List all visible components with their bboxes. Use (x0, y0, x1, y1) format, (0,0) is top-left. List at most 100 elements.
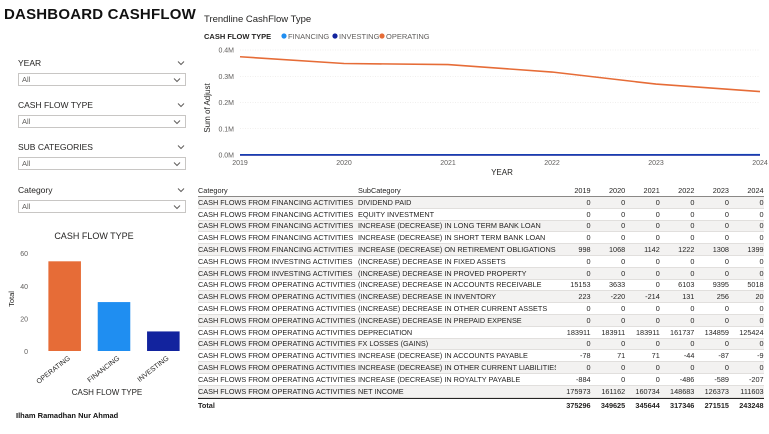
value-cell: 0 (655, 363, 660, 373)
line-chart-y-tick: 0.1M (218, 126, 234, 133)
chevron-down-icon[interactable] (172, 75, 182, 85)
series-line-operating[interactable] (239, 55, 761, 93)
cashflow-matrix-table[interactable]: Category SubCategory 2019 2020 2021 2022… (198, 184, 764, 412)
value-cell: -44 (683, 351, 695, 361)
bar-financing[interactable] (97, 302, 131, 351)
column-header-2024[interactable]: 2024 (729, 186, 763, 195)
category-cell: CASH FLOWS FROM INVESTING ACTIVITIES (198, 256, 353, 266)
cash-flow-type-bar-chart[interactable]: CASH FLOW TYPE Total 0 20 40 60 OPERATING FI… (0, 225, 196, 405)
table-row[interactable]: CASH FLOWS FROM OPERATING ACTIVITIES (INC… (198, 280, 764, 292)
total-2023: 271515 (704, 400, 729, 410)
column-header-2020[interactable]: 2020 (591, 186, 625, 195)
table-row[interactable]: CASH FLOWS FROM OPERATING ACTIVITIES (INC… (198, 303, 764, 315)
table-row[interactable]: CASH FLOWS FROM INVESTING ACTIVITIES (INC… (198, 267, 764, 280)
value-cell: 0 (655, 374, 660, 384)
value-cell: 0 (724, 315, 729, 325)
sub-categories-slicer[interactable]: SUB CATEGORIES All (18, 140, 186, 170)
value-cell: 148683 (670, 386, 695, 396)
legend-item-investing[interactable]: INVESTING (339, 32, 380, 41)
column-header-2023[interactable]: 2023 (694, 186, 729, 195)
value-cell: 0 (655, 256, 660, 266)
total-2021: 345644 (635, 400, 660, 410)
legend-item-financing[interactable]: FINANCING (288, 32, 329, 41)
legend-item-operating[interactable]: OPERATING (386, 32, 430, 41)
table-row[interactable]: CASH FLOWS FROM FINANCING ACTIVITIES DIVI… (198, 197, 764, 209)
table-row[interactable]: CASH FLOWS FROM OPERATING ACTIVITIES FX L… (198, 338, 764, 351)
table-row[interactable]: CASH FLOWS FROM FINANCING ACTIVITIES INCR… (198, 232, 764, 245)
subcategory-cell: (INCREASE) DECREASE IN FIXED ASSETS (358, 256, 506, 266)
table-row[interactable]: CASH FLOWS FROM OPERATING ACTIVITIES NET … (198, 385, 764, 398)
table-header: Category SubCategory 2019 2020 2021 2022… (198, 184, 764, 197)
chevron-down-icon[interactable] (176, 142, 186, 152)
line-chart-x-tick: 2024 (752, 160, 768, 167)
value-cell: 0 (655, 197, 660, 207)
subcategory-cell: (INCREASE) DECREASE IN INVENTORY (358, 292, 496, 302)
chevron-down-icon[interactable] (172, 159, 182, 169)
value-cell: 0 (759, 268, 764, 278)
total-2019: 375296 (566, 400, 591, 410)
value-cell: 0 (724, 221, 729, 231)
year-slicer-label: YEAR (18, 58, 42, 68)
legend-marker-financing (281, 33, 287, 39)
sub-categories-slicer-label: SUB CATEGORIES (18, 142, 93, 152)
subcategory-cell: EQUITY INVESTMENT (358, 209, 435, 219)
value-cell: -884 (575, 374, 591, 384)
category-cell: CASH FLOWS FROM FINANCING ACTIVITIES (198, 245, 354, 255)
subcategory-cell: DIVIDEND PAID (358, 197, 412, 207)
table-row[interactable]: CASH FLOWS FROM FINANCING ACTIVITIES EQUI… (198, 209, 764, 221)
value-cell: 0 (621, 221, 626, 231)
table-row[interactable]: CASH FLOWS FROM OPERATING ACTIVITIES (INC… (198, 291, 764, 304)
column-header-category[interactable]: Category (198, 186, 358, 195)
table-row[interactable]: CASH FLOWS FROM INVESTING ACTIVITIES (INC… (198, 256, 764, 268)
value-cell: 0 (621, 363, 626, 373)
legend-marker-operating (379, 33, 385, 39)
cash-flow-type-slicer-label: CASH FLOW TYPE (18, 100, 93, 110)
column-header-2021[interactable]: 2021 (625, 186, 660, 195)
subcategory-cell: DEPRECIATION (358, 327, 413, 337)
column-header-2019[interactable]: 2019 (556, 186, 590, 195)
chevron-down-icon[interactable] (172, 117, 182, 127)
line-chart-x-tick: 2019 (232, 160, 248, 167)
table-row[interactable]: CASH FLOWS FROM OPERATING ACTIVITIES INCR… (198, 362, 764, 374)
subcategory-cell: INCREASE (DECREASE) IN OTHER CURRENT LIA… (358, 363, 556, 373)
value-cell: 15153 (570, 280, 591, 290)
bar-chart-title: CASH FLOW TYPE (54, 231, 133, 241)
chevron-down-icon[interactable] (172, 202, 182, 212)
value-cell: 0 (690, 209, 695, 219)
table-row[interactable]: CASH FLOWS FROM OPERATING ACTIVITIES INCR… (198, 374, 764, 386)
value-cell: 0 (759, 315, 764, 325)
bar-chart-y-tick: 0 (24, 349, 28, 356)
bar-investing[interactable] (147, 331, 180, 351)
subcategory-cell: (INCREASE) DECREASE IN PROVED PROPERTY (358, 268, 527, 278)
table-row[interactable]: CASH FLOWS FROM FINANCING ACTIVITIES INCR… (198, 244, 764, 256)
chevron-down-icon[interactable] (176, 185, 186, 195)
chevron-down-icon[interactable] (176, 100, 186, 110)
table-row[interactable]: CASH FLOWS FROM OPERATING ACTIVITIES INCR… (198, 350, 764, 363)
value-cell: 183911 (566, 327, 591, 337)
table-row[interactable]: CASH FLOWS FROM OPERATING ACTIVITIES (INC… (198, 314, 764, 327)
value-cell: 0 (586, 256, 591, 266)
value-cell: 161737 (670, 327, 695, 337)
chevron-down-icon[interactable] (176, 58, 186, 68)
value-cell: 0 (655, 280, 660, 290)
trendline-line-chart[interactable]: Trendline CashFlow Type CASH FLOW TYPE F… (196, 8, 768, 180)
year-slicer-dropdown[interactable]: All (18, 73, 186, 86)
value-cell: 9395 (712, 280, 729, 290)
year-slicer[interactable]: YEAR All (18, 56, 186, 86)
sub-categories-slicer-dropdown[interactable]: All (18, 157, 186, 170)
cash-flow-type-slicer-dropdown[interactable]: All (18, 115, 186, 128)
table-row[interactable]: CASH FLOWS FROM FINANCING ACTIVITIES INCR… (198, 220, 764, 233)
value-cell: 6103 (678, 280, 695, 290)
category-slicer-dropdown[interactable]: All (18, 200, 186, 213)
value-cell: 0 (655, 315, 660, 325)
bar-chart-x-tick: FINANCING (87, 355, 122, 384)
bar-operating[interactable] (48, 261, 81, 351)
column-header-2022[interactable]: 2022 (660, 186, 694, 195)
line-chart-y-tick: 0.2M (218, 100, 234, 107)
category-slicer[interactable]: Category All (18, 183, 186, 213)
value-cell: 0 (655, 268, 660, 278)
value-cell: 0 (655, 339, 660, 349)
cash-flow-type-slicer[interactable]: CASH FLOW TYPE All (18, 98, 186, 128)
table-row[interactable]: CASH FLOWS FROM OPERATING ACTIVITIES DEPR… (198, 327, 764, 339)
column-header-subcategory[interactable]: SubCategory (358, 186, 556, 195)
